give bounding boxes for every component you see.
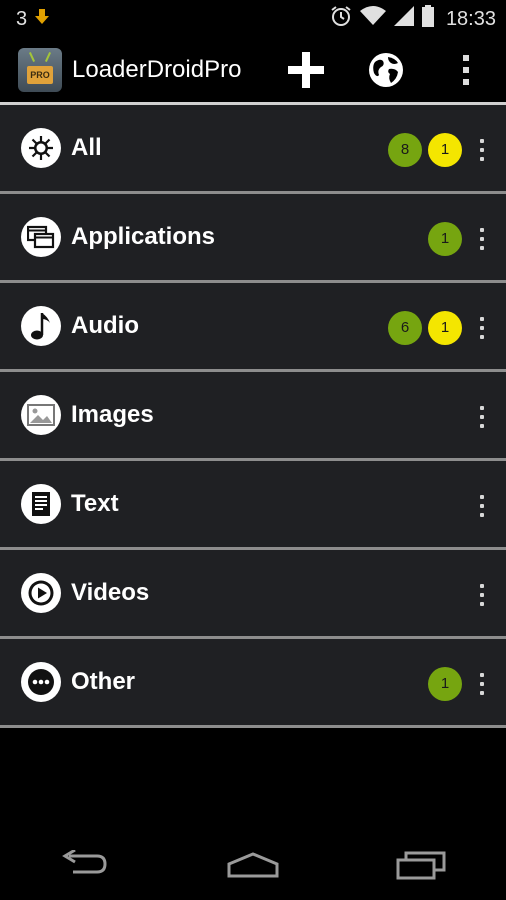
wifi-icon	[359, 6, 386, 32]
category-row-applications[interactable]: Applications 1	[0, 194, 506, 283]
yellow-count-badge: 1	[428, 310, 462, 345]
globe-icon	[369, 53, 403, 87]
home-button[interactable]	[203, 830, 303, 900]
document-icon	[21, 484, 61, 524]
music-note-icon	[21, 306, 61, 346]
badges: 1	[428, 639, 462, 728]
app-logo-icon[interactable]: PRO	[18, 48, 62, 92]
alarm-icon	[330, 5, 352, 33]
row-menu-button[interactable]	[470, 372, 494, 461]
home-icon	[227, 852, 279, 878]
image-icon	[21, 395, 61, 435]
category-label: Text	[71, 490, 119, 517]
badges: 8 1	[388, 105, 462, 194]
category-row-videos[interactable]: Videos	[0, 550, 506, 639]
recent-apps-icon	[396, 851, 446, 880]
row-menu-button[interactable]	[470, 283, 494, 372]
badges: 1	[428, 194, 462, 283]
category-label: All	[71, 134, 102, 161]
applications-icon	[21, 217, 61, 257]
row-menu-button[interactable]	[470, 461, 494, 550]
more-icon	[21, 662, 61, 702]
category-label: Applications	[71, 223, 216, 250]
category-label: Audio	[71, 312, 139, 339]
yellow-count-badge: 1	[428, 132, 462, 167]
category-row-images[interactable]: Images	[0, 372, 506, 461]
battery-icon	[421, 5, 434, 33]
category-row-audio[interactable]: Audio 6 1	[0, 283, 506, 372]
navigation-bar	[0, 830, 506, 900]
row-menu-button[interactable]	[470, 550, 494, 639]
status-left: 3	[16, 7, 50, 31]
green-count-badge: 8	[388, 132, 422, 167]
status-right: 18:33	[330, 5, 496, 33]
add-download-button[interactable]	[266, 38, 346, 102]
green-count-badge: 6	[388, 310, 422, 345]
status-bar: 3 18:33	[0, 0, 506, 38]
all-icon	[21, 128, 61, 168]
screen: 3 18:33 PRO LoaderDroidPro All 8 1 Appli…	[0, 0, 506, 900]
badges: 6 1	[388, 283, 462, 372]
row-menu-button[interactable]	[470, 639, 494, 728]
status-time: 18:33	[445, 7, 496, 30]
download-arrow-icon	[35, 8, 50, 31]
green-count-badge: 1	[428, 221, 462, 256]
category-row-all[interactable]: All 8 1	[0, 105, 506, 194]
browser-button[interactable]	[346, 38, 426, 102]
category-row-other[interactable]: Other 1	[0, 639, 506, 728]
category-label: Other	[71, 668, 136, 695]
green-count-badge: 1	[428, 666, 462, 701]
overflow-icon	[463, 55, 469, 85]
play-icon	[21, 573, 61, 613]
action-bar: PRO LoaderDroidPro	[0, 38, 506, 102]
category-row-text[interactable]: Text	[0, 461, 506, 550]
overflow-menu-button[interactable]	[426, 38, 506, 102]
plus-icon	[288, 52, 324, 88]
category-list: All 8 1 Applications 1 Audio 6 1 Images …	[0, 105, 506, 728]
row-menu-button[interactable]	[470, 105, 494, 194]
category-label: Images	[71, 401, 154, 428]
signal-icon	[393, 6, 414, 32]
pro-badge: PRO	[27, 66, 53, 84]
back-icon	[62, 850, 107, 874]
recent-apps-button[interactable]	[372, 830, 472, 900]
back-button[interactable]	[34, 830, 134, 900]
action-bar-actions	[266, 38, 506, 102]
row-menu-button[interactable]	[470, 194, 494, 283]
category-label: Videos	[71, 579, 150, 606]
app-title: LoaderDroidPro	[72, 56, 242, 83]
notification-count: 3	[16, 7, 28, 30]
